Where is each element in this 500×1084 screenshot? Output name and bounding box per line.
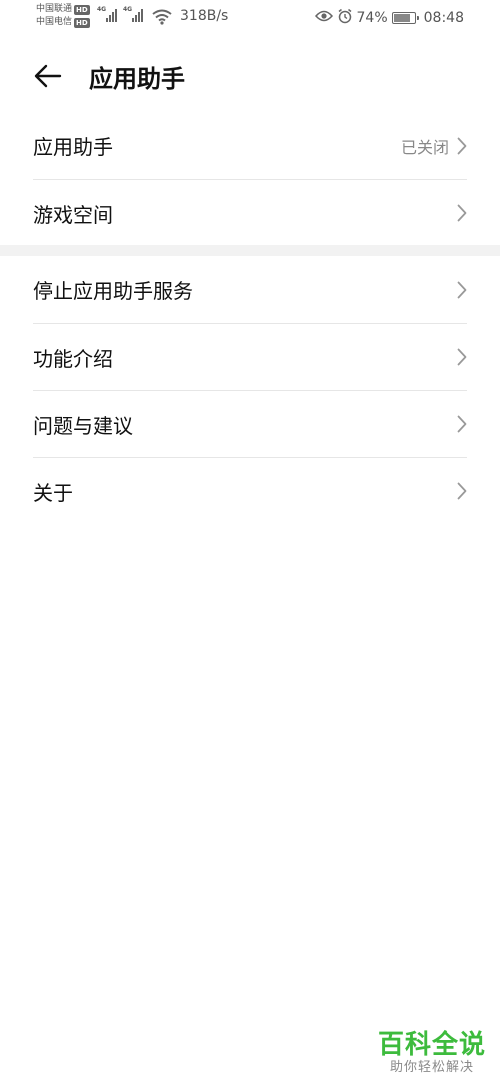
watermark: 百科全说 助你轻松解决 xyxy=(378,1030,486,1076)
row-label: 关于 xyxy=(33,480,73,505)
list-item-feedback[interactable]: 问题与建议 xyxy=(33,390,467,457)
hd-badge: HD xyxy=(74,4,90,15)
carrier-info: 中国联通 HD 中国电信 HD xyxy=(36,3,90,29)
screen: 中国联通 HD 中国电信 HD 4G 4G 318B/s 74% 08:48 应… xyxy=(0,0,500,1084)
settings-group-1: 应用助手 已关闭 游戏空间 xyxy=(0,112,500,246)
signal-icon: 4G xyxy=(123,6,143,22)
status-bar: 中国联通 HD 中国电信 HD 4G 4G 318B/s 74% 08:48 xyxy=(0,0,500,34)
carrier-2-label: 中国电信 xyxy=(36,17,73,27)
back-button[interactable] xyxy=(28,56,68,96)
arrow-left-icon xyxy=(34,64,62,88)
network-type-1: 4G xyxy=(97,6,107,13)
clock: 08:48 xyxy=(423,10,464,26)
chevron-right-icon xyxy=(457,415,467,433)
status-right: 74% 08:48 xyxy=(314,8,464,28)
hd-badge: HD xyxy=(74,17,90,28)
list-item-app-assistant[interactable]: 应用助手 已关闭 xyxy=(33,112,467,179)
network-type-2: 4G xyxy=(123,6,133,13)
list-item-about[interactable]: 关于 xyxy=(33,457,467,524)
watermark-subtitle: 助你轻松解决 xyxy=(389,1060,474,1075)
row-label: 功能介绍 xyxy=(33,346,113,371)
carrier-1-label: 中国联通 xyxy=(36,4,73,14)
list-item-stop-service[interactable]: 停止应用助手服务 xyxy=(33,256,467,323)
settings-group-2: 停止应用助手服务 功能介绍 问题与建议 关于 xyxy=(0,256,500,524)
section-divider xyxy=(0,245,500,256)
alarm-icon xyxy=(337,8,353,28)
chevron-right-icon xyxy=(457,348,467,366)
chevron-right-icon xyxy=(457,482,467,500)
chevron-right-icon xyxy=(457,137,467,155)
eye-icon xyxy=(314,10,333,26)
net-speed: 318B/s xyxy=(180,8,229,24)
battery-percent: 74% xyxy=(356,10,388,26)
chevron-right-icon xyxy=(457,204,467,222)
list-item-feature-intro[interactable]: 功能介绍 xyxy=(33,323,467,390)
status-value: 已关闭 xyxy=(400,137,449,157)
row-label: 应用助手 xyxy=(33,135,113,159)
row-label: 停止应用助手服务 xyxy=(33,279,193,303)
page-title: 应用助手 xyxy=(89,65,185,93)
chevron-right-icon xyxy=(457,281,467,299)
battery-fill xyxy=(393,14,410,22)
header: 应用助手 xyxy=(0,50,500,100)
signal-icons: 4G 4G xyxy=(97,6,143,22)
wifi-icon xyxy=(152,9,172,29)
row-label: 游戏空间 xyxy=(33,202,113,227)
battery-icon xyxy=(391,12,419,24)
list-item-game-space[interactable]: 游戏空间 xyxy=(33,179,467,246)
signal-icon: 4G xyxy=(97,6,117,22)
watermark-title: 百科全说 xyxy=(377,1030,486,1060)
row-label: 问题与建议 xyxy=(33,413,133,438)
